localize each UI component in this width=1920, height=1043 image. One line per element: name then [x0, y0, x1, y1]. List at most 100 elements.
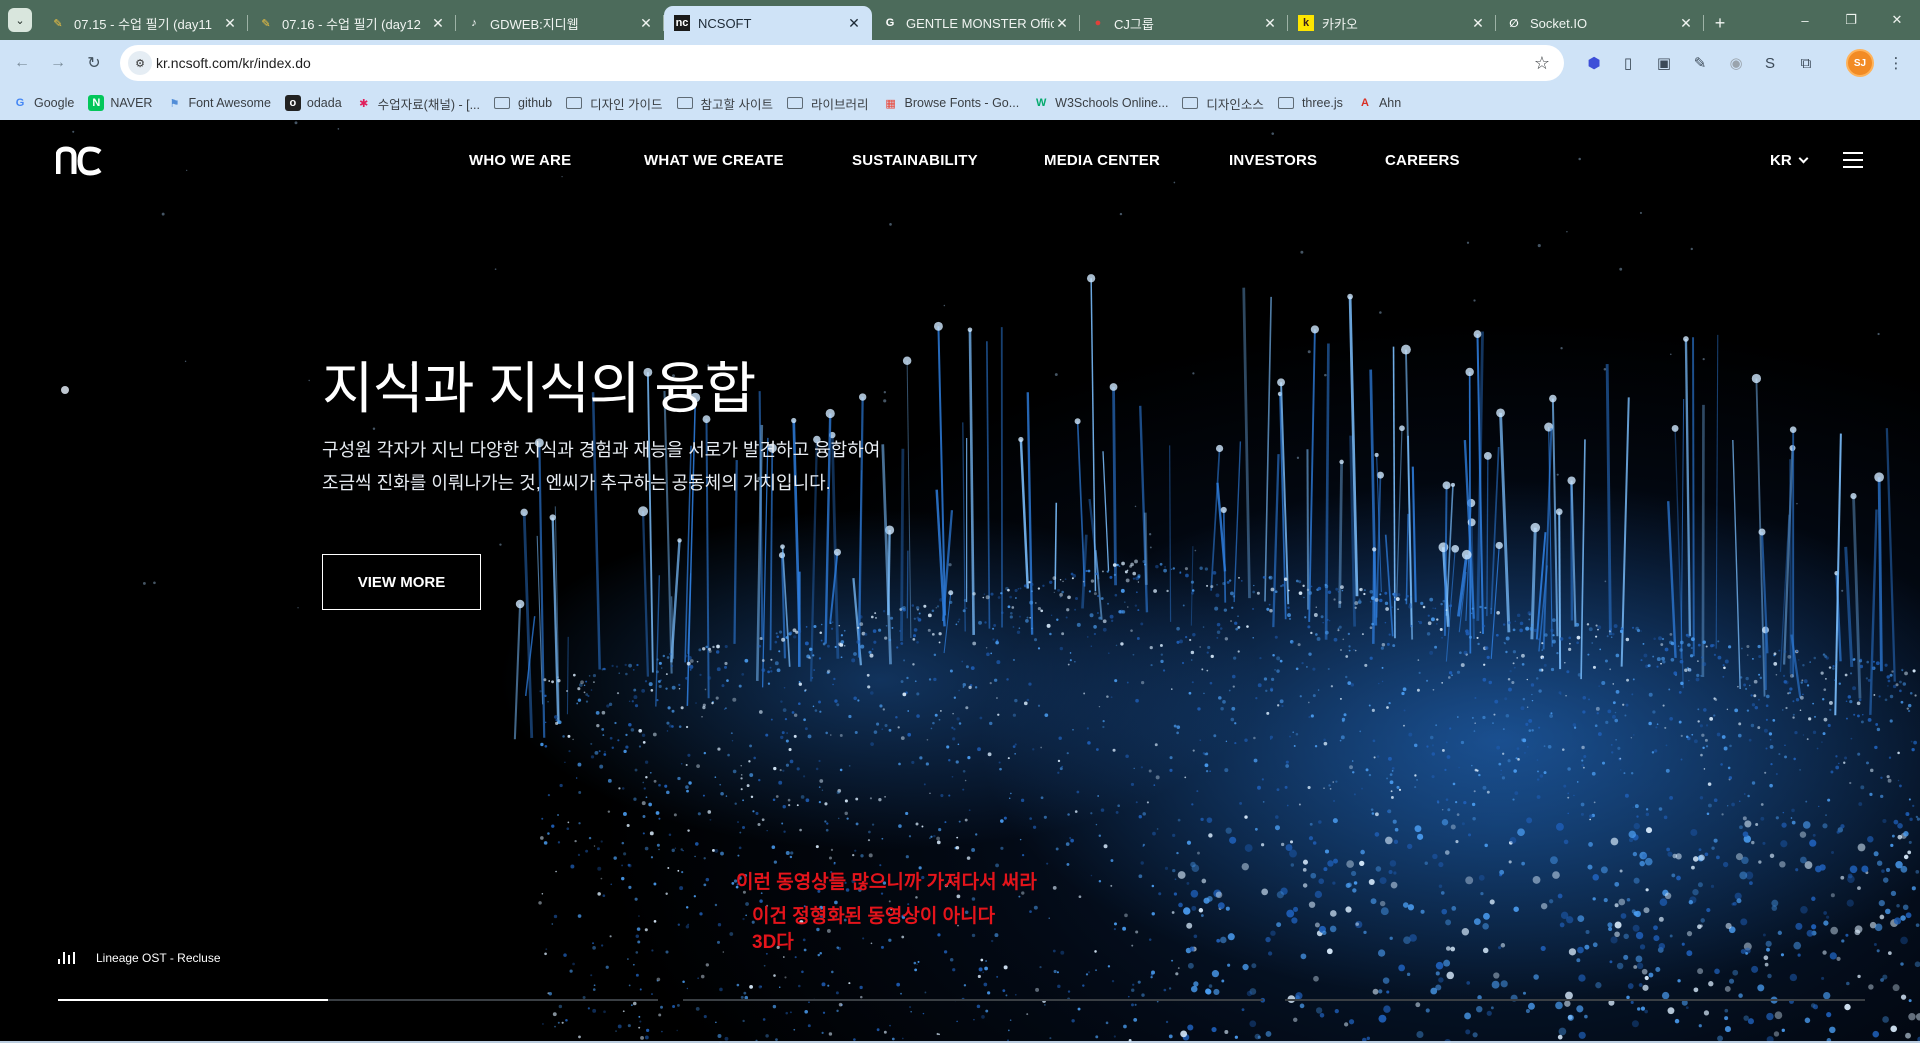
- nav-investors[interactable]: INVESTORS: [1229, 152, 1317, 169]
- puzzle-extensions-icon[interactable]: ⧉: [1794, 51, 1818, 75]
- bookmark-label: 참고할 사이트: [700, 97, 774, 112]
- bookmark-favicon-icon: W: [1035, 97, 1047, 109]
- nav-who-we-are[interactable]: WHO WE ARE: [469, 152, 571, 169]
- bookmark-item[interactable]: 디자인소스: [1180, 90, 1272, 116]
- language-label: KR: [1770, 152, 1792, 169]
- forward-arrow-icon[interactable]: →: [46, 51, 70, 75]
- annotation-line-2: 이건 정형화된 동영상이 아니다: [752, 906, 996, 927]
- hero-title: 지식과 지식의 융합: [322, 357, 756, 420]
- equalizer-icon[interactable]: [58, 952, 76, 964]
- tab-title: 07.16 - 수업 필기 (day12: [282, 16, 421, 32]
- browser-toolbar: ← → ↻ ⚙ kr.ncsoft.com/kr/index.do ☆ ⬢ ▯ …: [0, 40, 1920, 86]
- bookmark-item[interactable]: 디자인 가이드: [564, 90, 670, 116]
- address-bar[interactable]: ⚙ kr.ncsoft.com/kr/index.do ☆: [120, 45, 1564, 81]
- nav-what-we-create[interactable]: WHAT WE CREATE: [644, 152, 784, 169]
- bookmark-label: github: [518, 96, 553, 110]
- kebab-menu-icon[interactable]: ⋮: [1884, 51, 1908, 75]
- new-tab-button[interactable]: +: [1704, 6, 1736, 40]
- close-tab-icon[interactable]: ✕: [846, 15, 862, 32]
- bookmark-item[interactable]: G Google: [10, 90, 82, 116]
- bookmark-item[interactable]: ▦ Browse Fonts - Go...: [881, 90, 1028, 116]
- extension-icon-1[interactable]: ⬢: [1582, 51, 1606, 75]
- chevron-down-icon: [1798, 153, 1809, 164]
- nav-media-center[interactable]: MEDIA CENTER: [1044, 152, 1160, 169]
- close-tab-icon[interactable]: ✕: [222, 15, 238, 32]
- restore-icon[interactable]: ❐: [1828, 0, 1874, 40]
- tab-6[interactable]: k 카카오 ✕: [1288, 6, 1496, 40]
- nav-sustainability[interactable]: SUSTAINABILITY: [852, 152, 978, 169]
- site-info-icon[interactable]: ⚙: [128, 51, 152, 75]
- slide-progress-2[interactable]: [683, 999, 1263, 1001]
- pencil-favicon-icon: ✎: [261, 17, 271, 30]
- bookmark-item[interactable]: N NAVER: [86, 90, 160, 116]
- language-selector[interactable]: KR: [1770, 152, 1809, 169]
- bookmark-item[interactable]: ⚑ Font Awesome: [164, 90, 278, 116]
- extension-icon-3[interactable]: ▣: [1652, 51, 1676, 75]
- close-window-icon[interactable]: ✕: [1874, 0, 1920, 40]
- bookmark-item[interactable]: three.js: [1276, 90, 1351, 116]
- pencil-favicon-icon: ✎: [53, 17, 63, 30]
- tab-7[interactable]: ∅ Socket.IO ✕: [1496, 6, 1704, 40]
- folder-icon: [1182, 97, 1199, 109]
- eyedropper-icon[interactable]: ✎: [1688, 51, 1712, 75]
- music-player[interactable]: Lineage OST - Recluse: [58, 951, 221, 965]
- close-tab-icon[interactable]: ✕: [1054, 15, 1070, 32]
- tab-1[interactable]: ✎ 07.16 - 수업 필기 (day12 ✕: [248, 6, 456, 40]
- tab-title: NCSOFT: [698, 15, 752, 31]
- socket-favicon-icon: ∅: [1509, 17, 1519, 30]
- tab-2[interactable]: ♪ GDWEB:지디웹 ✕: [456, 6, 664, 40]
- view-more-button[interactable]: VIEW MORE: [322, 554, 481, 610]
- tab-title: GDWEB:지디웹: [490, 16, 579, 32]
- bookmark-label: Ahn: [1378, 96, 1402, 110]
- slide-progress-fill: [58, 999, 328, 1001]
- tab-5[interactable]: ● CJ그룹 ✕: [1080, 6, 1288, 40]
- bookmark-item[interactable]: github: [492, 90, 560, 116]
- tab-3[interactable]: nc NCSOFT ✕: [664, 6, 872, 40]
- reload-icon[interactable]: ↻: [82, 51, 106, 75]
- nav-careers[interactable]: CAREERS: [1385, 152, 1460, 169]
- url-text[interactable]: kr.ncsoft.com/kr/index.do: [156, 55, 311, 71]
- bookmark-item[interactable]: A Ahn: [1355, 90, 1409, 116]
- hamburger-menu-icon[interactable]: [1843, 152, 1863, 168]
- slide-progress-3[interactable]: [1285, 999, 1865, 1001]
- folder-icon: [494, 97, 510, 109]
- bookmark-favicon-icon: ✱: [359, 97, 369, 110]
- bookmark-item[interactable]: 참고할 사이트: [675, 90, 781, 116]
- folder-icon: [676, 97, 693, 109]
- bookmark-label: 수업자료(채널) - [...: [377, 97, 480, 112]
- bookmark-favicon-icon: G: [15, 97, 25, 109]
- close-tab-icon[interactable]: ✕: [638, 15, 654, 32]
- bookmark-label: 라이브러리: [811, 97, 869, 112]
- extension-icon-5[interactable]: ◉: [1724, 51, 1748, 75]
- nc-favicon-icon: nc: [674, 15, 690, 31]
- bookmark-label: NAVER: [110, 96, 153, 110]
- extension-icon-2[interactable]: ▯: [1616, 51, 1640, 75]
- tab-4[interactable]: G GENTLE MONSTER Officia ✕: [872, 6, 1080, 40]
- bookmark-label: three.js: [1301, 96, 1343, 110]
- tab-0[interactable]: ✎ 07.15 - 수업 필기 (day11 ✕: [40, 6, 248, 40]
- extension-icon-6[interactable]: S: [1758, 51, 1782, 75]
- ncsoft-page: WHO WE ARE WHAT WE CREATE SUSTAINABILITY…: [0, 120, 1920, 1043]
- profile-avatar[interactable]: SJ: [1846, 49, 1874, 77]
- close-tab-icon[interactable]: ✕: [430, 15, 446, 32]
- tiktok-like-favicon-icon: ♪: [471, 17, 477, 29]
- back-arrow-icon[interactable]: ←: [10, 51, 34, 75]
- bookmark-item[interactable]: ✱ 수업자료(채널) - [...: [354, 90, 488, 116]
- minimize-icon[interactable]: –: [1782, 0, 1828, 40]
- bookmark-item[interactable]: 라이브러리: [785, 90, 877, 116]
- close-tab-icon[interactable]: ✕: [1678, 15, 1694, 32]
- bookmark-star-icon[interactable]: ☆: [1534, 53, 1550, 74]
- close-tab-icon[interactable]: ✕: [1262, 15, 1278, 32]
- tab-list: ✎ 07.15 - 수업 필기 (day11 ✕ ✎ 07.16 - 수업 필기 (da…: [40, 6, 1736, 40]
- tab-search-chevron-icon[interactable]: ⌄: [8, 8, 32, 32]
- bookmark-label: 디자인 가이드: [590, 97, 663, 112]
- window-controls: – ❐ ✕: [1782, 0, 1920, 40]
- slide-progress-1[interactable]: [58, 999, 658, 1001]
- close-tab-icon[interactable]: ✕: [1470, 15, 1486, 32]
- bookmark-label: Browse Fonts - Go...: [904, 96, 1020, 110]
- bookmark-item[interactable]: W W3Schools Online...: [1031, 90, 1176, 116]
- bookmark-item[interactable]: o odada: [283, 90, 350, 116]
- tab-title: Socket.IO: [1530, 15, 1588, 31]
- folder-icon: [787, 97, 804, 109]
- bookmark-label: Font Awesome: [188, 96, 271, 110]
